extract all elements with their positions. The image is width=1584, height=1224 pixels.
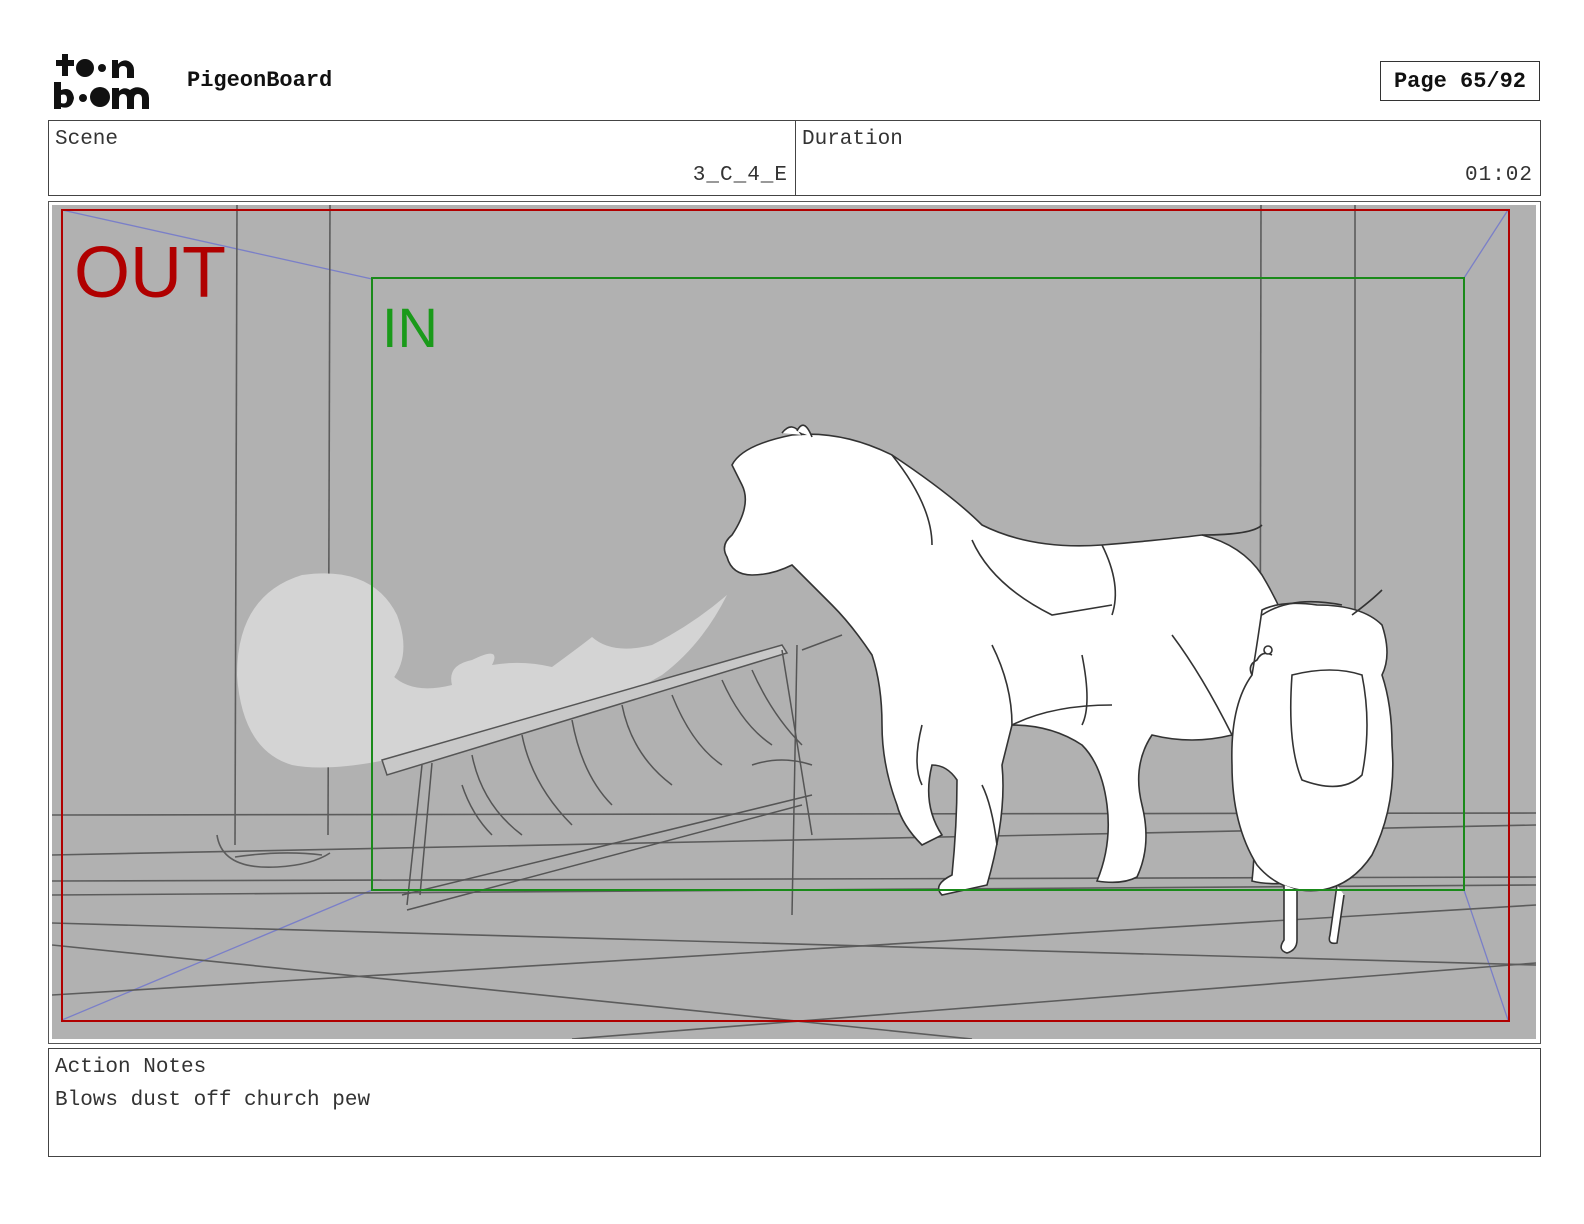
scene-value: 3_C_4_E xyxy=(692,164,788,187)
panel-sketch: OUT IN xyxy=(52,205,1536,1039)
action-notes-box: Action Notes Blows dust off church pew xyxy=(48,1048,1541,1157)
action-notes-text: Blows dust off church pew xyxy=(55,1089,371,1112)
duration-cell: Duration 01:02 xyxy=(796,121,1540,195)
action-notes-label: Action Notes xyxy=(55,1056,207,1079)
horse-sketch xyxy=(723,424,1308,896)
out-label: OUT xyxy=(74,233,226,313)
duration-label: Duration xyxy=(802,128,903,151)
in-label: IN xyxy=(382,296,438,359)
scene-label: Scene xyxy=(55,128,119,151)
app-title: PigeonBoard xyxy=(187,68,333,93)
storyboard-panel: OUT IN xyxy=(52,205,1536,1039)
page-indicator: Page 65/92 xyxy=(1380,61,1540,101)
scene-info-row: Scene 3_C_4_E Duration 01:02 xyxy=(48,120,1541,196)
duration-value: 01:02 xyxy=(1464,164,1533,187)
storyboard-panel-frame: OUT IN xyxy=(48,201,1541,1044)
scene-cell: Scene 3_C_4_E xyxy=(49,121,796,195)
toon-boom-logo xyxy=(52,52,164,112)
